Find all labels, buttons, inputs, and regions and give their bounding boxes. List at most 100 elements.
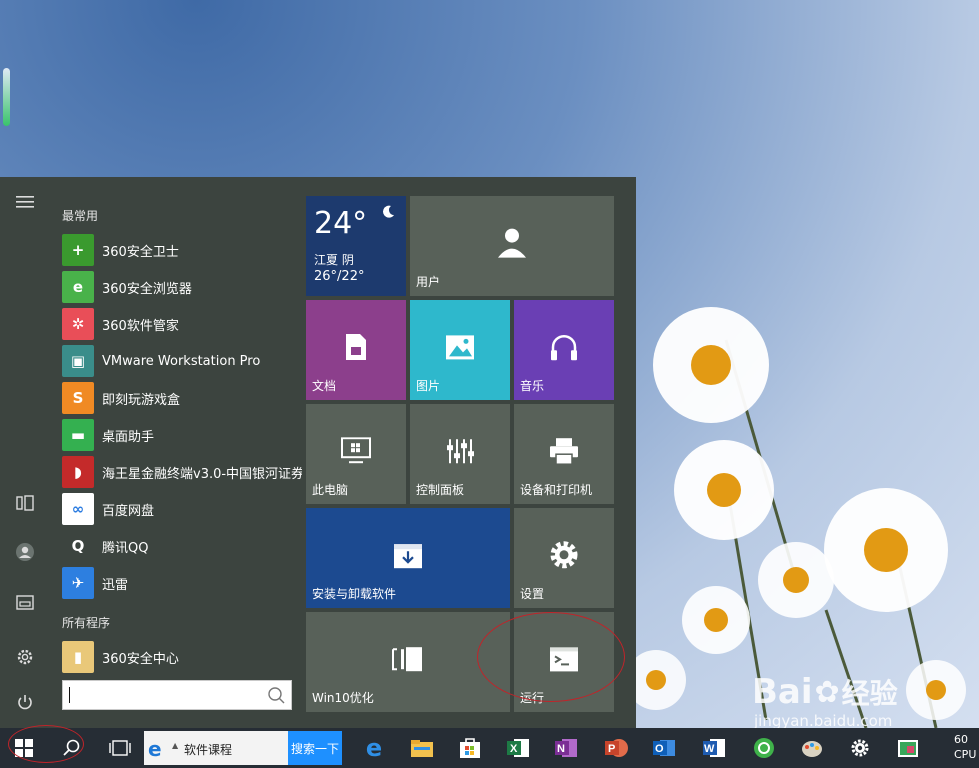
store-icon[interactable] bbox=[450, 732, 490, 764]
paw-icon: ✿ bbox=[814, 674, 840, 710]
app-label: 百度网盘 bbox=[102, 503, 155, 519]
app-list-item[interactable]: +360安全卫士 bbox=[62, 234, 302, 266]
app-list-item[interactable]: ▬ 桌面助手 bbox=[62, 419, 302, 451]
watermark-brand: Bai bbox=[752, 672, 813, 712]
app-label: 迅雷 bbox=[102, 577, 129, 593]
app-icon: ✲ bbox=[62, 308, 94, 340]
svg-text:N: N bbox=[557, 743, 565, 755]
taskbar: e ▲ 软件课程 搜索一下 e X N P O W 60 CPU bbox=[0, 728, 979, 768]
search-now-button[interactable]: 搜索一下 bbox=[288, 731, 342, 765]
tile-install-uninstall[interactable]: 安装与卸载软件 bbox=[306, 508, 510, 608]
app-list-item[interactable]: Q 腾讯QQ bbox=[62, 530, 302, 562]
daisy-flowers bbox=[626, 280, 979, 728]
app-icon: ∞ bbox=[62, 493, 94, 525]
tile-documents-label: 文档 bbox=[312, 379, 337, 393]
powerpoint-icon[interactable]: P bbox=[596, 732, 636, 764]
tile-settings[interactable]: 设置 bbox=[514, 508, 614, 608]
app-list: 最常用 +360安全卫士 e 360安全浏览器 ✲ 360软件管家 ▣ VMware Wor… bbox=[50, 177, 302, 728]
user-avatar-icon[interactable] bbox=[12, 539, 38, 565]
hamburger-menu-icon[interactable] bbox=[12, 189, 38, 215]
outlook-icon[interactable]: O bbox=[644, 732, 684, 764]
photos-icon[interactable] bbox=[888, 732, 928, 764]
weather-city: 江夏 阴 bbox=[314, 253, 354, 267]
ie-logo-icon: e bbox=[148, 737, 162, 761]
settings-taskbar-icon[interactable] bbox=[840, 732, 880, 764]
tile-install-label: 安装与卸载软件 bbox=[312, 587, 397, 601]
tile-user[interactable]: 用户 bbox=[410, 196, 614, 296]
user-icon bbox=[410, 226, 614, 260]
tile-devices-label: 设备和打印机 bbox=[520, 483, 593, 497]
app-label: 360软件管家 bbox=[102, 318, 179, 334]
app-icon: S bbox=[62, 382, 94, 414]
tile-settings-label: 设置 bbox=[520, 587, 545, 601]
app-icon: Q bbox=[62, 530, 94, 562]
power-icon[interactable] bbox=[12, 689, 38, 715]
settings-gear-icon[interactable] bbox=[12, 644, 38, 670]
file-explorer-icon[interactable] bbox=[12, 589, 38, 615]
tile-pictures[interactable]: 图片 bbox=[410, 300, 510, 400]
app-list-item[interactable]: ✈ 迅雷 bbox=[62, 567, 302, 599]
weather-temp: 24° bbox=[314, 206, 368, 241]
paint-icon[interactable] bbox=[792, 732, 832, 764]
app-label: 腾讯QQ bbox=[102, 540, 149, 556]
baidu-watermark: Bai ✿ 经验 jingyan.baidu.com bbox=[752, 672, 898, 730]
app-label: 桌面助手 bbox=[102, 429, 155, 445]
svg-text:W: W bbox=[704, 743, 715, 755]
edge-browser-icon[interactable]: e bbox=[354, 732, 394, 764]
app-list-item[interactable]: ▮ 360安全中心 bbox=[62, 641, 302, 673]
app-label: 360安全浏览器 bbox=[102, 281, 192, 297]
ie-address-box[interactable]: e ▲ 软件课程 bbox=[144, 731, 288, 765]
360-browser-taskbar-icon[interactable] bbox=[744, 732, 784, 764]
app-icon: ▮ bbox=[62, 641, 94, 673]
cpu-meter-label: CPU bbox=[954, 748, 977, 761]
app-icon: e bbox=[62, 271, 94, 303]
app-label: 即刻玩游戏盒 bbox=[102, 392, 181, 408]
app-icon: + bbox=[62, 234, 94, 266]
tile-control-panel-label: 控制面板 bbox=[416, 483, 465, 497]
install-box-icon bbox=[306, 541, 510, 569]
word-icon[interactable]: W bbox=[694, 732, 734, 764]
tile-control-panel[interactable]: 控制面板 bbox=[410, 404, 510, 504]
excel-icon[interactable]: X bbox=[498, 732, 538, 764]
tablet-mode-icon[interactable] bbox=[12, 490, 38, 516]
tile-this-pc-label: 此电脑 bbox=[312, 483, 349, 497]
start-search-input[interactable] bbox=[62, 680, 292, 710]
onenote-icon[interactable]: N bbox=[546, 732, 586, 764]
tile-music[interactable]: 音乐 bbox=[514, 300, 614, 400]
app-icon: ▬ bbox=[62, 419, 94, 451]
tile-user-label: 用户 bbox=[416, 275, 441, 289]
highlight-circle-start bbox=[8, 725, 84, 763]
file-explorer-taskbar-icon[interactable] bbox=[402, 732, 442, 764]
app-icon: ◗ bbox=[62, 456, 94, 488]
app-label: VMware Workstation Pro bbox=[102, 353, 261, 369]
search-icon[interactable] bbox=[265, 685, 287, 707]
svg-text:P: P bbox=[608, 743, 615, 755]
tile-this-pc[interactable]: 此电脑 bbox=[306, 404, 406, 504]
highlight-circle-run bbox=[477, 612, 625, 702]
printer-icon bbox=[514, 437, 614, 465]
frequent-header: 最常用 bbox=[62, 209, 99, 223]
app-list-item[interactable]: S 即刻玩游戏盒 bbox=[62, 382, 302, 414]
cpu-meter-value: 60 bbox=[954, 733, 968, 746]
tile-documents[interactable]: 文档 bbox=[306, 300, 406, 400]
tile-music-label: 音乐 bbox=[520, 379, 545, 393]
app-list-item[interactable]: ▣ VMware Workstation Pro bbox=[62, 345, 302, 377]
cpu-meter[interactable]: 60 CPU bbox=[954, 732, 979, 762]
app-list-item[interactable]: ∞ 百度网盘 bbox=[62, 493, 302, 525]
ie-address-text: 软件课程 bbox=[184, 743, 233, 757]
tile-devices-printers[interactable]: 设备和打印机 bbox=[514, 404, 614, 504]
start-rail bbox=[0, 177, 50, 728]
gear-icon bbox=[514, 539, 614, 571]
monitor-icon bbox=[306, 437, 406, 465]
app-icon: ▣ bbox=[62, 345, 94, 377]
moon-icon bbox=[380, 204, 396, 224]
app-list-item[interactable]: e 360安全浏览器 bbox=[62, 271, 302, 303]
app-label: 360安全卫士 bbox=[102, 244, 179, 260]
app-list-item[interactable]: ✲ 360软件管家 bbox=[62, 308, 302, 340]
task-view-icon[interactable] bbox=[100, 732, 140, 764]
app-label: 海王星金融终端v3.0-中国银河证券 bbox=[102, 466, 302, 482]
app-list-item[interactable]: ◗ 海王星金融终端v3.0-中国银河证券 bbox=[62, 456, 302, 488]
dropdown-arrow-icon[interactable]: ▲ bbox=[172, 741, 178, 750]
picture-icon bbox=[410, 334, 510, 360]
tile-weather[interactable]: 24° 江夏 阴 26°/22° bbox=[306, 196, 406, 296]
